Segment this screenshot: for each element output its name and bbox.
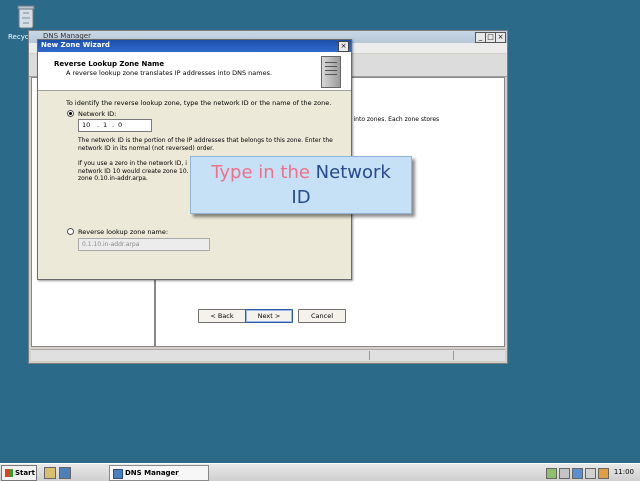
network-id-help: The network ID is the portion of the IP … bbox=[78, 137, 333, 152]
wizard-subheading: A reverse lookup zone translates IP addr… bbox=[66, 69, 273, 77]
octet-1[interactable]: 10 bbox=[82, 121, 90, 129]
system-tray: 11:00 bbox=[546, 465, 638, 479]
callout-text-pink: Type in the bbox=[211, 162, 316, 183]
help-line: network ID 10 would create zone 10. bbox=[78, 167, 189, 175]
callout-line-2: ID bbox=[291, 187, 311, 208]
octet-dot: . bbox=[97, 121, 100, 129]
zero-help: If you use a zero in the network ID, i n… bbox=[78, 160, 189, 183]
callout-text-blue: Network bbox=[315, 162, 391, 183]
wizard-header: Reverse Lookup Zone Name A reverse looku… bbox=[38, 52, 351, 91]
reverse-zone-input[interactable]: 0.1.10.in-addr.arpa bbox=[78, 238, 210, 251]
close-button[interactable]: × bbox=[495, 32, 506, 43]
tray-speaker-icon[interactable] bbox=[585, 468, 596, 479]
wizard-titlebar: New Zone Wizard × bbox=[38, 40, 351, 52]
taskbar: Start DNS Manager 11:00 bbox=[0, 463, 640, 481]
reverse-zone-value: 0.1.10.in-addr.arpa bbox=[82, 241, 140, 248]
windows-logo-icon bbox=[5, 469, 13, 477]
tray-icon[interactable] bbox=[572, 468, 583, 479]
instruction-callout: Type in the Network ID bbox=[190, 156, 412, 214]
tray-icon[interactable] bbox=[598, 468, 609, 479]
intro-text: To identify the reverse lookup zone, typ… bbox=[66, 99, 332, 107]
wizard-close-button[interactable]: × bbox=[338, 41, 349, 52]
callout-line-1: Type in the Network bbox=[191, 160, 411, 185]
server-icon bbox=[321, 56, 341, 88]
taskbar-item-dns-manager[interactable]: DNS Manager bbox=[109, 465, 209, 481]
cancel-button[interactable]: Cancel bbox=[298, 309, 346, 323]
help-line: The network ID is the portion of the IP … bbox=[78, 137, 333, 144]
clock[interactable]: 11:00 bbox=[614, 468, 634, 476]
recycle-bin-icon bbox=[17, 5, 35, 29]
reverse-zone-label: Reverse lookup zone name: bbox=[78, 228, 169, 236]
network-id-input[interactable]: 10 . 1 . 0 bbox=[78, 119, 152, 132]
wizard-title: New Zone Wizard bbox=[41, 41, 110, 49]
start-button[interactable]: Start bbox=[1, 465, 37, 481]
wizard-heading: Reverse Lookup Zone Name bbox=[54, 60, 165, 68]
octet-3[interactable]: 0 bbox=[118, 121, 122, 129]
start-label: Start bbox=[15, 469, 35, 477]
network-id-radio[interactable] bbox=[67, 110, 74, 117]
tray-icon[interactable] bbox=[559, 468, 570, 479]
server-manager-quicklaunch-icon[interactable] bbox=[44, 467, 56, 479]
help-line: network ID in its normal (not reversed) … bbox=[78, 144, 214, 152]
back-button[interactable]: < Back bbox=[198, 309, 246, 323]
status-divider bbox=[453, 351, 454, 360]
status-bar bbox=[31, 349, 505, 361]
show-desktop-icon[interactable] bbox=[59, 467, 71, 479]
octet-dot: . bbox=[112, 121, 115, 129]
network-id-label: Network ID: bbox=[78, 110, 117, 118]
dns-manager-icon bbox=[113, 469, 123, 479]
next-button[interactable]: Next > bbox=[245, 309, 293, 323]
octet-2[interactable]: 1 bbox=[103, 121, 107, 129]
tray-network-icon[interactable] bbox=[546, 468, 557, 479]
taskbar-item-label: DNS Manager bbox=[125, 469, 179, 477]
reverse-zone-radio[interactable] bbox=[67, 228, 74, 235]
status-divider bbox=[369, 351, 370, 360]
help-line: zone 0.10.in-addr.arpa. bbox=[78, 175, 148, 182]
help-line: If you use a zero in the network ID, i bbox=[78, 160, 187, 167]
